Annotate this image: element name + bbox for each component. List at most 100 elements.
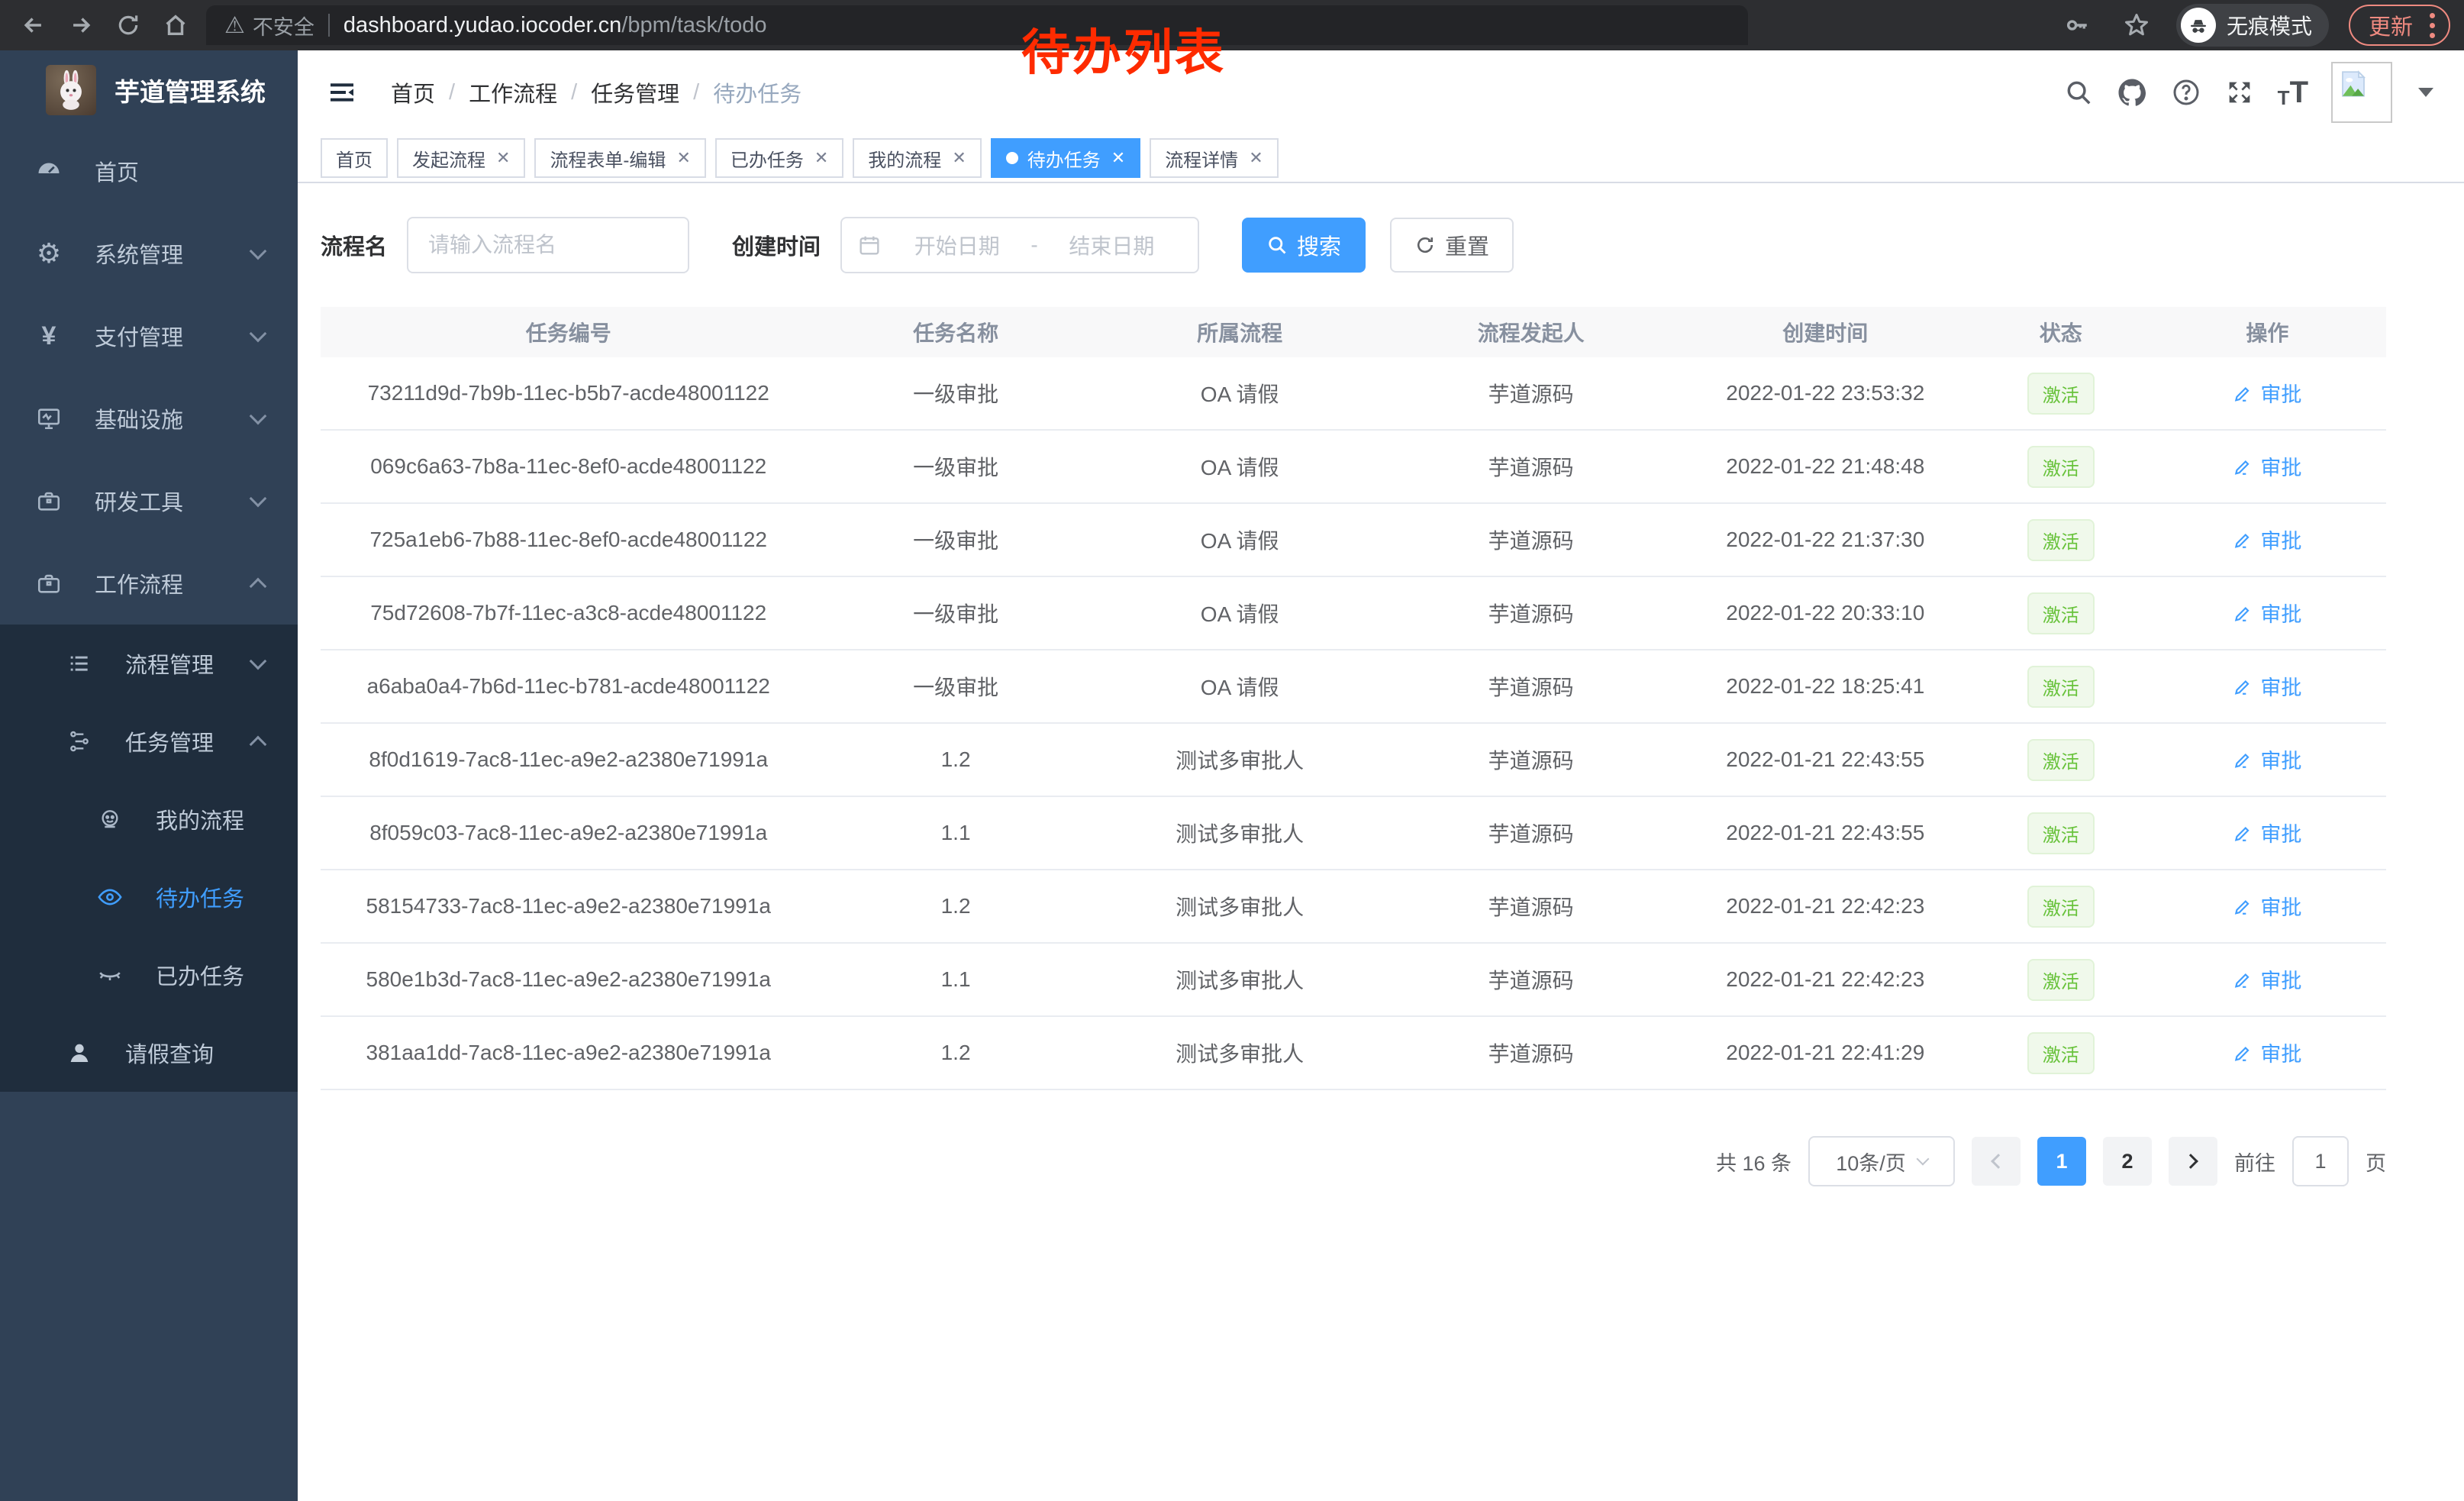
cell-created: 2022-01-22 23:53:32 [1678,381,1973,405]
tab-home[interactable]: 首页 [321,138,388,178]
approve-link[interactable]: 审批 [2233,451,2301,481]
page-1-button[interactable]: 1 [2037,1137,2086,1186]
end-date-placeholder[interactable]: 结束日期 [1041,230,1182,260]
sidebar-collapse-icon[interactable] [321,71,363,114]
date-range-picker[interactable]: 开始日期 - 结束日期 [840,217,1199,273]
bookmark-star-icon[interactable] [2117,5,2156,45]
sidebar-item-devtools[interactable]: 研发工具 [0,460,298,542]
breadcrumb-home[interactable]: 首页 [391,76,435,108]
sidebar-item-infrastructure[interactable]: 基础设施 [0,377,298,460]
sidebar-item-home[interactable]: 首页 [0,130,298,212]
cell-actions: 审批 [2149,964,2386,995]
sidebar-item-task-management[interactable]: 任务管理 [0,702,298,780]
page-2-button[interactable]: 2 [2103,1137,2152,1186]
fullscreen-icon[interactable] [2224,77,2255,108]
close-icon[interactable]: ✕ [496,148,510,168]
reset-button[interactable]: 重置 [1390,218,1514,273]
browser-home-button[interactable] [156,5,195,45]
browser-update-button[interactable]: 更新 [2349,5,2450,46]
calendar-icon [857,233,882,257]
cell-task-id: 725a1eb6-7b88-11ec-8ef0-acde48001122 [321,528,816,552]
flow-tree-icon [64,729,95,754]
browser-back-button[interactable] [14,5,53,45]
sidebar-item-leave-query[interactable]: 请假查询 [0,1014,298,1092]
cell-initiator: 芋道源码 [1385,818,1678,848]
sidebar-item-label: 研发工具 [95,485,183,517]
reload-icon [116,13,140,37]
approve-link[interactable]: 审批 [2233,818,2301,847]
search-icon[interactable] [2064,78,2093,107]
edit-icon [2233,970,2253,989]
cell-initiator: 芋道源码 [1385,525,1678,555]
sidebar-item-workflow[interactable]: 工作流程 [0,542,298,625]
approve-link[interactable]: 审批 [2233,598,2301,628]
avatar[interactable] [2331,62,2392,123]
sidebar-item-process-management[interactable]: 流程管理 [0,625,298,702]
address-bar[interactable]: ⚠ 不安全 dashboard.yudao.iocoder.cn /bpm/ta… [206,5,1748,45]
goto-label: 前往 [2234,1147,2275,1177]
tab-start-process[interactable]: 发起流程✕ [397,138,525,178]
sidebar-menu: 首页 ⚙ 系统管理 ¥ 支付管理 基础设施 [0,130,298,1092]
tab-done-tasks[interactable]: 已办任务✕ [715,138,843,178]
approve-link[interactable]: 审批 [2233,525,2301,554]
tab-todo-tasks[interactable]: 待办任务✕ [991,138,1140,178]
tab-form-edit[interactable]: 流程表单-编辑✕ [534,138,705,178]
github-icon[interactable] [2116,76,2148,108]
sidebar-logo[interactable]: 芋道管理系统 [0,50,298,130]
breadcrumb-workflow[interactable]: 工作流程 [469,76,557,108]
url-path: /bpm/task/todo [621,13,766,38]
tab-process-detail[interactable]: 流程详情✕ [1150,138,1278,178]
col-actions: 操作 [2149,317,2386,347]
approve-link[interactable]: 审批 [2233,671,2301,701]
total-count: 共 16 条 [1716,1147,1792,1177]
update-label: 更新 [2369,9,2413,41]
password-key-icon[interactable] [2057,5,2097,45]
cell-actions: 审批 [2149,451,2386,482]
eye-icon [95,884,125,910]
close-icon[interactable]: ✕ [676,148,690,168]
approve-link[interactable]: 审批 [2233,378,2301,408]
cell-initiator: 芋道源码 [1385,891,1678,922]
tabbar: 首页 发起流程✕ 流程表单-编辑✕ 已办任务✕ 我的流程✕ 待办任务✕ 流程详情… [298,134,2464,183]
sidebar-item-done-tasks[interactable]: 已办任务 [0,936,298,1014]
chevron-down-icon [1916,1153,1929,1166]
edit-icon [2233,530,2253,550]
cell-process: 测试多审批人 [1095,818,1385,848]
cell-status: 激活 [1973,373,2149,415]
close-icon[interactable]: ✕ [952,148,966,168]
browser-menu-icon[interactable] [2427,10,2438,41]
search-button[interactable]: 搜索 [1242,218,1366,273]
process-name-input[interactable] [407,217,689,273]
tab-my-process[interactable]: 我的流程✕ [853,138,981,178]
edit-icon [2233,457,2253,476]
approve-link[interactable]: 审批 [2233,1038,2301,1067]
table-body: 73211d9d-7b9b-11ec-b5b7-acde48001122 一级审… [321,357,2386,1090]
status-badge: 激活 [2027,592,2095,634]
help-icon[interactable] [2171,77,2201,108]
approve-link[interactable]: 审批 [2233,964,2301,994]
cell-task-name: 1.1 [816,967,1095,992]
browser-reload-button[interactable] [108,5,148,45]
approve-link[interactable]: 审批 [2233,891,2301,921]
close-icon[interactable]: ✕ [814,148,828,168]
toolbox-icon [34,488,64,514]
closed-eye-icon [95,962,125,988]
incognito-label: 无痕模式 [2227,10,2312,40]
goto-page-input[interactable] [2292,1136,2349,1186]
start-date-placeholder[interactable]: 开始日期 [886,230,1027,260]
sidebar-item-payment[interactable]: ¥ 支付管理 [0,295,298,377]
close-icon[interactable]: ✕ [1111,148,1125,168]
close-icon[interactable]: ✕ [1249,148,1263,168]
page-size-select[interactable]: 10条/页 [1808,1136,1955,1186]
browser-forward-button[interactable] [61,5,101,45]
prev-page-button[interactable] [1972,1137,2021,1186]
sidebar-item-system[interactable]: ⚙ 系统管理 [0,212,298,295]
breadcrumb-task-management[interactable]: 任务管理 [591,76,679,108]
sidebar-item-todo-tasks[interactable]: 待办任务 [0,858,298,936]
cell-process: OA 请假 [1095,671,1385,702]
approve-link[interactable]: 审批 [2233,744,2301,774]
next-page-button[interactable] [2169,1137,2217,1186]
avatar-caret-icon[interactable] [2418,88,2433,97]
sidebar-item-my-process[interactable]: 我的流程 [0,780,298,858]
font-size-icon[interactable]: TT [2278,76,2308,110]
